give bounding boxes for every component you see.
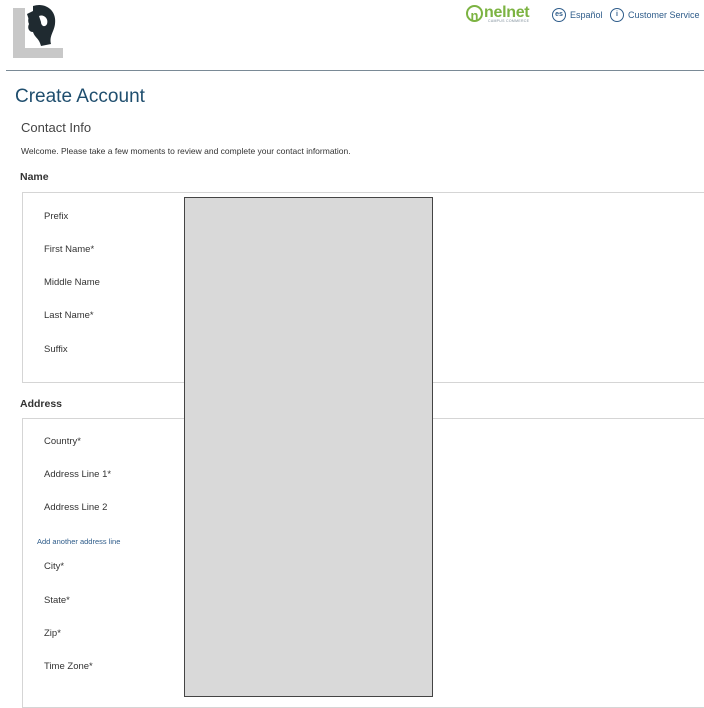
nelnet-logo[interactable]: n nelnet CAMPUS COMMERCE [466, 4, 530, 23]
suffix-label: Suffix [44, 344, 68, 355]
time-zone-label: Time Zone* [44, 661, 93, 672]
espanol-link[interactable]: es Español [552, 8, 603, 22]
state-label: State* [44, 595, 70, 606]
customer-service-link[interactable]: i Customer Service [610, 8, 700, 22]
zip-label: Zip* [44, 628, 61, 639]
customer-service-label: Customer Service [628, 10, 700, 20]
welcome-text: Welcome. Please take a few moments to re… [21, 146, 351, 156]
middle-name-label: Middle Name [44, 277, 100, 288]
country-label: Country* [44, 436, 81, 447]
redacted-input-area [184, 197, 433, 697]
section-title: Contact Info [21, 120, 92, 135]
prefix-label: Prefix [44, 211, 69, 222]
language-icon: es [552, 8, 566, 22]
address-line-1-label: Address Line 1* [44, 469, 112, 480]
espanol-label: Español [570, 10, 603, 20]
nelnet-n-icon: n [466, 4, 483, 23]
address-line-2-label: Address Line 2 [44, 502, 108, 513]
info-icon: i [610, 8, 624, 22]
city-label: City* [44, 561, 65, 572]
nelnet-tagline: CAMPUS COMMERCE [488, 19, 530, 23]
header-divider [6, 70, 704, 71]
university-seal-logo-icon[interactable] [11, 2, 63, 60]
address-group-title: Address [20, 398, 63, 410]
page-title: Create Account [15, 86, 145, 107]
site-header: n nelnet CAMPUS COMMERCE es Español i Cu… [0, 0, 704, 71]
name-group-title: Name [20, 171, 49, 183]
last-name-label: Last Name* [44, 310, 94, 321]
first-name-label: First Name* [44, 244, 95, 255]
add-address-line-link[interactable]: Add another address line [37, 537, 120, 546]
